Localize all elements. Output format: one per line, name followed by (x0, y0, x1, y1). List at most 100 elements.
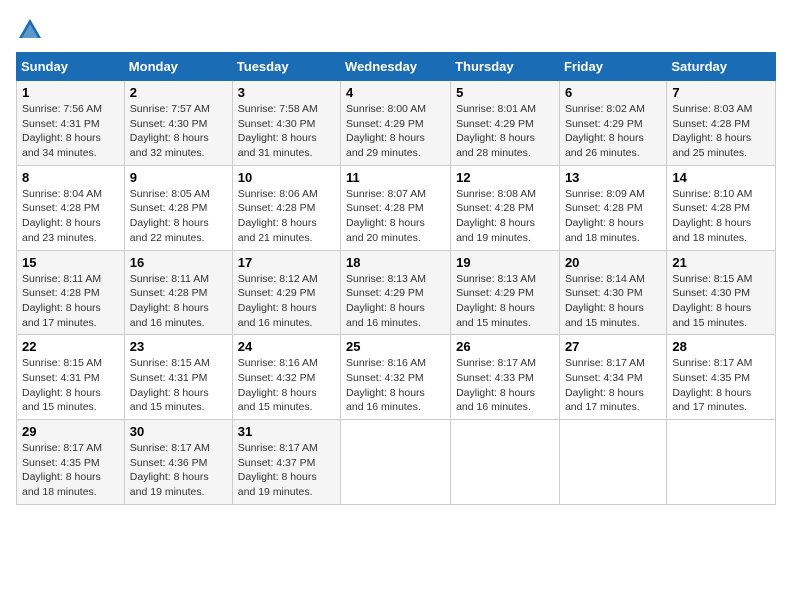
calendar-cell: 7 Sunrise: 8:03 AMSunset: 4:28 PMDayligh… (667, 81, 776, 166)
day-number: 30 (130, 424, 227, 439)
calendar-cell: 18 Sunrise: 8:13 AMSunset: 4:29 PMDaylig… (341, 250, 451, 335)
day-detail: Sunrise: 8:00 AMSunset: 4:29 PMDaylight:… (346, 103, 426, 159)
day-detail: Sunrise: 8:17 AMSunset: 4:35 PMDaylight:… (672, 357, 752, 413)
day-detail: Sunrise: 7:56 AMSunset: 4:31 PMDaylight:… (22, 103, 102, 159)
day-number: 22 (22, 339, 119, 354)
calendar-cell: 1 Sunrise: 7:56 AMSunset: 4:31 PMDayligh… (17, 81, 125, 166)
page-header (16, 16, 776, 44)
calendar-cell: 8 Sunrise: 8:04 AMSunset: 4:28 PMDayligh… (17, 165, 125, 250)
weekday-header-friday: Friday (559, 53, 666, 81)
day-detail: Sunrise: 8:10 AMSunset: 4:28 PMDaylight:… (672, 188, 752, 244)
day-number: 15 (22, 255, 119, 270)
calendar-cell: 22 Sunrise: 8:15 AMSunset: 4:31 PMDaylig… (17, 335, 125, 420)
calendar-cell: 23 Sunrise: 8:15 AMSunset: 4:31 PMDaylig… (124, 335, 232, 420)
calendar-cell: 14 Sunrise: 8:10 AMSunset: 4:28 PMDaylig… (667, 165, 776, 250)
day-detail: Sunrise: 8:17 AMSunset: 4:37 PMDaylight:… (238, 442, 318, 498)
day-detail: Sunrise: 8:14 AMSunset: 4:30 PMDaylight:… (565, 273, 645, 329)
calendar-week-row: 15 Sunrise: 8:11 AMSunset: 4:28 PMDaylig… (17, 250, 776, 335)
weekday-header-row: SundayMondayTuesdayWednesdayThursdayFrid… (17, 53, 776, 81)
weekday-header-thursday: Thursday (451, 53, 560, 81)
day-detail: Sunrise: 8:16 AMSunset: 4:32 PMDaylight:… (346, 357, 426, 413)
day-detail: Sunrise: 8:12 AMSunset: 4:29 PMDaylight:… (238, 273, 318, 329)
day-detail: Sunrise: 8:04 AMSunset: 4:28 PMDaylight:… (22, 188, 102, 244)
calendar-cell: 24 Sunrise: 8:16 AMSunset: 4:32 PMDaylig… (232, 335, 340, 420)
calendar-cell: 31 Sunrise: 8:17 AMSunset: 4:37 PMDaylig… (232, 420, 340, 505)
calendar-cell: 2 Sunrise: 7:57 AMSunset: 4:30 PMDayligh… (124, 81, 232, 166)
day-number: 14 (672, 170, 770, 185)
day-detail: Sunrise: 8:13 AMSunset: 4:29 PMDaylight:… (456, 273, 536, 329)
day-detail: Sunrise: 8:15 AMSunset: 4:31 PMDaylight:… (130, 357, 210, 413)
calendar-week-row: 22 Sunrise: 8:15 AMSunset: 4:31 PMDaylig… (17, 335, 776, 420)
day-number: 2 (130, 85, 227, 100)
weekday-header-wednesday: Wednesday (341, 53, 451, 81)
calendar-cell: 17 Sunrise: 8:12 AMSunset: 4:29 PMDaylig… (232, 250, 340, 335)
calendar-cell: 25 Sunrise: 8:16 AMSunset: 4:32 PMDaylig… (341, 335, 451, 420)
day-detail: Sunrise: 8:05 AMSunset: 4:28 PMDaylight:… (130, 188, 210, 244)
day-number: 4 (346, 85, 445, 100)
day-detail: Sunrise: 8:16 AMSunset: 4:32 PMDaylight:… (238, 357, 318, 413)
day-detail: Sunrise: 8:03 AMSunset: 4:28 PMDaylight:… (672, 103, 752, 159)
day-detail: Sunrise: 8:06 AMSunset: 4:28 PMDaylight:… (238, 188, 318, 244)
day-number: 17 (238, 255, 335, 270)
day-number: 21 (672, 255, 770, 270)
day-detail: Sunrise: 8:17 AMSunset: 4:35 PMDaylight:… (22, 442, 102, 498)
calendar-table: SundayMondayTuesdayWednesdayThursdayFrid… (16, 52, 776, 505)
day-detail: Sunrise: 8:15 AMSunset: 4:31 PMDaylight:… (22, 357, 102, 413)
calendar-cell: 9 Sunrise: 8:05 AMSunset: 4:28 PMDayligh… (124, 165, 232, 250)
calendar-cell: 21 Sunrise: 8:15 AMSunset: 4:30 PMDaylig… (667, 250, 776, 335)
day-number: 10 (238, 170, 335, 185)
day-detail: Sunrise: 7:58 AMSunset: 4:30 PMDaylight:… (238, 103, 318, 159)
day-detail: Sunrise: 7:57 AMSunset: 4:30 PMDaylight:… (130, 103, 210, 159)
calendar-cell: 28 Sunrise: 8:17 AMSunset: 4:35 PMDaylig… (667, 335, 776, 420)
day-detail: Sunrise: 8:02 AMSunset: 4:29 PMDaylight:… (565, 103, 645, 159)
day-detail: Sunrise: 8:17 AMSunset: 4:33 PMDaylight:… (456, 357, 536, 413)
calendar-week-row: 8 Sunrise: 8:04 AMSunset: 4:28 PMDayligh… (17, 165, 776, 250)
calendar-cell: 10 Sunrise: 8:06 AMSunset: 4:28 PMDaylig… (232, 165, 340, 250)
day-number: 6 (565, 85, 661, 100)
calendar-cell: 26 Sunrise: 8:17 AMSunset: 4:33 PMDaylig… (451, 335, 560, 420)
day-number: 11 (346, 170, 445, 185)
day-detail: Sunrise: 8:09 AMSunset: 4:28 PMDaylight:… (565, 188, 645, 244)
calendar-cell (451, 420, 560, 505)
day-number: 24 (238, 339, 335, 354)
calendar-cell: 27 Sunrise: 8:17 AMSunset: 4:34 PMDaylig… (559, 335, 666, 420)
day-number: 25 (346, 339, 445, 354)
day-number: 20 (565, 255, 661, 270)
calendar-cell: 29 Sunrise: 8:17 AMSunset: 4:35 PMDaylig… (17, 420, 125, 505)
day-number: 28 (672, 339, 770, 354)
calendar-cell: 15 Sunrise: 8:11 AMSunset: 4:28 PMDaylig… (17, 250, 125, 335)
calendar-cell: 4 Sunrise: 8:00 AMSunset: 4:29 PMDayligh… (341, 81, 451, 166)
day-number: 31 (238, 424, 335, 439)
day-detail: Sunrise: 8:11 AMSunset: 4:28 PMDaylight:… (22, 273, 101, 329)
day-number: 9 (130, 170, 227, 185)
day-number: 8 (22, 170, 119, 185)
day-number: 29 (22, 424, 119, 439)
calendar-cell: 11 Sunrise: 8:07 AMSunset: 4:28 PMDaylig… (341, 165, 451, 250)
day-detail: Sunrise: 8:17 AMSunset: 4:34 PMDaylight:… (565, 357, 645, 413)
day-number: 19 (456, 255, 554, 270)
day-number: 1 (22, 85, 119, 100)
calendar-week-row: 29 Sunrise: 8:17 AMSunset: 4:35 PMDaylig… (17, 420, 776, 505)
calendar-cell (341, 420, 451, 505)
day-detail: Sunrise: 8:07 AMSunset: 4:28 PMDaylight:… (346, 188, 426, 244)
day-detail: Sunrise: 8:01 AMSunset: 4:29 PMDaylight:… (456, 103, 536, 159)
logo-icon (16, 16, 44, 44)
day-number: 16 (130, 255, 227, 270)
day-detail: Sunrise: 8:17 AMSunset: 4:36 PMDaylight:… (130, 442, 210, 498)
weekday-header-sunday: Sunday (17, 53, 125, 81)
calendar-week-row: 1 Sunrise: 7:56 AMSunset: 4:31 PMDayligh… (17, 81, 776, 166)
weekday-header-saturday: Saturday (667, 53, 776, 81)
day-number: 18 (346, 255, 445, 270)
calendar-cell: 12 Sunrise: 8:08 AMSunset: 4:28 PMDaylig… (451, 165, 560, 250)
calendar-cell: 19 Sunrise: 8:13 AMSunset: 4:29 PMDaylig… (451, 250, 560, 335)
calendar-cell: 30 Sunrise: 8:17 AMSunset: 4:36 PMDaylig… (124, 420, 232, 505)
day-number: 7 (672, 85, 770, 100)
day-number: 12 (456, 170, 554, 185)
day-number: 5 (456, 85, 554, 100)
calendar-cell: 5 Sunrise: 8:01 AMSunset: 4:29 PMDayligh… (451, 81, 560, 166)
day-number: 26 (456, 339, 554, 354)
calendar-cell: 20 Sunrise: 8:14 AMSunset: 4:30 PMDaylig… (559, 250, 666, 335)
logo (16, 16, 48, 44)
calendar-cell: 6 Sunrise: 8:02 AMSunset: 4:29 PMDayligh… (559, 81, 666, 166)
day-number: 23 (130, 339, 227, 354)
